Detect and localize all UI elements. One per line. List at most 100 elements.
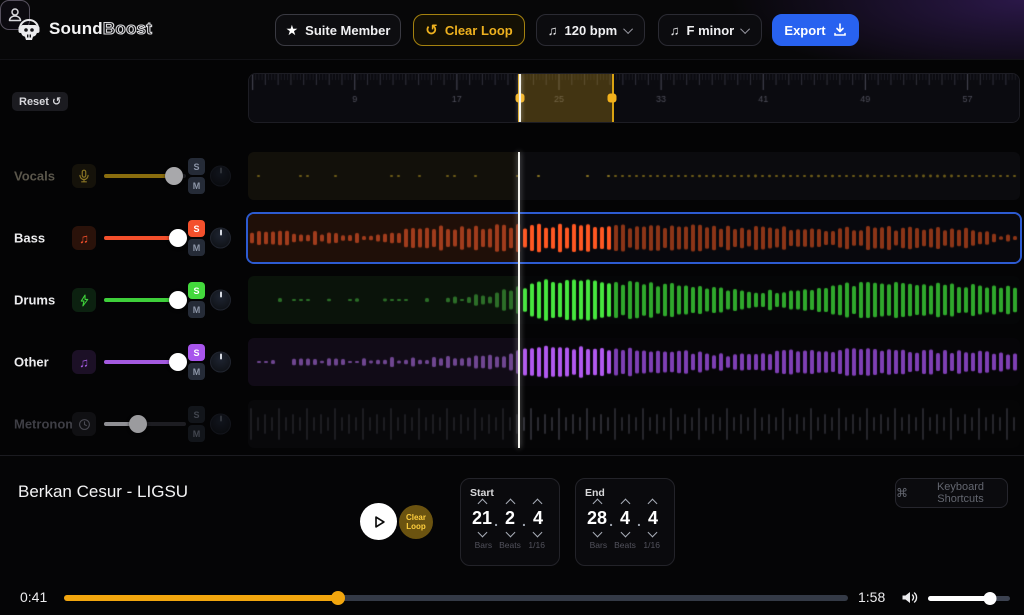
ruler-playhead[interactable] — [519, 74, 521, 122]
start-bars-stepper: 21 — [470, 500, 494, 536]
track-row-vocals: VocalsSM — [0, 152, 1024, 200]
clear-loop-badge-button[interactable]: Clear Loop — [399, 505, 433, 539]
slider-thumb[interactable] — [165, 167, 183, 185]
seek-bar-thumb[interactable] — [331, 591, 345, 605]
speaker-icon[interactable] — [901, 590, 919, 605]
skull-headphones-logo-icon — [16, 16, 42, 42]
waveform-canvas — [248, 154, 1020, 198]
loop-end-handle[interactable] — [607, 94, 616, 103]
app-title: SoundBoost — [49, 19, 152, 39]
increment-icon[interactable] — [505, 499, 515, 509]
separator-dot — [637, 510, 641, 526]
bpm-dropdown[interactable]: ♫ 120 bpm — [536, 14, 645, 46]
song-title: Berkan Cesur - LIGSU — [18, 482, 188, 502]
vocals-solo-button[interactable]: S — [188, 158, 205, 175]
slider-thumb[interactable] — [169, 353, 187, 371]
drums-mute-button[interactable]: M — [188, 301, 205, 318]
music-note-icon: ♫ — [72, 350, 96, 374]
key-dropdown[interactable]: ♫ F minor — [658, 14, 762, 46]
seek-bar-fill — [64, 595, 338, 601]
total-time: 1:58 — [858, 589, 885, 605]
drums-waveform[interactable] — [248, 276, 1020, 324]
drums-volume-slider[interactable] — [104, 291, 186, 309]
decrement-icon[interactable] — [533, 528, 543, 538]
track-row-metronome: MetronomeSM — [0, 400, 1024, 448]
bar-ruler[interactable] — [248, 73, 1020, 123]
separator-dot — [522, 510, 526, 526]
soundboost-app: SoundBoost ★ Suite Member ↺ Clear Loop ♫… — [0, 0, 1024, 615]
drums-bolt-icon — [72, 288, 96, 312]
play-button[interactable] — [360, 503, 397, 540]
vocals-pan-knob[interactable] — [210, 166, 231, 187]
decrement-icon[interactable] — [505, 528, 515, 538]
bass-pan-knob[interactable] — [210, 228, 231, 249]
metronome-mute-button[interactable]: M — [188, 425, 205, 442]
waveform-canvas — [248, 278, 1020, 322]
other-pan-knob[interactable] — [210, 352, 231, 373]
star-icon: ★ — [286, 22, 299, 39]
start-sixteenth-stepper: 4 — [526, 500, 550, 536]
end-beats-stepper: 4 — [613, 500, 637, 536]
bass-solo-button[interactable]: S — [188, 220, 205, 237]
keyboard-shortcuts-button[interactable]: ⌘ Keyboard Shortcuts — [895, 478, 1008, 508]
footer: Berkan Cesur - LIGSU Clear Loop Start 21… — [0, 455, 1024, 615]
metronome-volume-slider[interactable] — [104, 415, 186, 433]
volume-slider[interactable] — [928, 596, 1010, 601]
metronome-solo-button[interactable]: S — [188, 406, 205, 423]
suite-member-button[interactable]: ★ Suite Member — [275, 14, 401, 46]
track-row-bass: Bass♫SM — [0, 214, 1024, 262]
decrement-icon[interactable] — [592, 528, 602, 538]
vocals-volume-slider[interactable] — [104, 167, 186, 185]
other-mute-button[interactable]: M — [188, 363, 205, 380]
chevron-down-icon — [623, 24, 633, 34]
ruler-ticks — [249, 74, 1020, 123]
metronome-pan-knob[interactable] — [210, 414, 231, 435]
clear-loop-button[interactable]: ↺ Clear Loop — [413, 14, 525, 46]
vocals-mute-button[interactable]: M — [188, 177, 205, 194]
waveform-canvas — [248, 402, 1020, 446]
undo-icon: ↺ — [52, 95, 61, 108]
microphone-icon — [72, 164, 96, 188]
drums-solo-button[interactable]: S — [188, 282, 205, 299]
other-waveform[interactable] — [248, 338, 1020, 386]
current-time: 0:41 — [20, 589, 47, 605]
export-button[interactable]: Export — [772, 14, 859, 46]
bass-waveform[interactable] — [248, 214, 1020, 262]
loop-end-panel: End 28 4 4 — [575, 478, 675, 566]
increment-icon[interactable] — [477, 499, 487, 509]
slider-thumb[interactable] — [129, 415, 147, 433]
chevron-down-icon — [740, 24, 750, 34]
slider-thumb[interactable] — [169, 229, 187, 247]
play-icon — [370, 513, 388, 531]
decrement-icon[interactable] — [620, 528, 630, 538]
topbar: SoundBoost ★ Suite Member ↺ Clear Loop ♫… — [0, 0, 1024, 60]
reset-button[interactable]: Reset ↺ — [12, 92, 68, 111]
increment-icon[interactable] — [648, 499, 658, 509]
track-row-drums: Drums SM — [0, 276, 1024, 324]
other-solo-button[interactable]: S — [188, 344, 205, 361]
music-note-icon: ♫ — [548, 23, 558, 38]
slider-thumb[interactable] — [169, 291, 187, 309]
bass-note-icon: ♫ — [72, 226, 96, 250]
increment-icon[interactable] — [620, 499, 630, 509]
music-note-icon: ♫ — [670, 23, 680, 38]
track-label: Drums — [14, 293, 55, 308]
decrement-icon[interactable] — [648, 528, 658, 538]
end-sixteenth-stepper: 4 — [641, 500, 665, 536]
bass-volume-slider[interactable] — [104, 229, 186, 247]
waveform-canvas — [248, 340, 1020, 384]
increment-icon[interactable] — [592, 499, 602, 509]
increment-icon[interactable] — [533, 499, 543, 509]
vocals-waveform[interactable] — [248, 152, 1020, 200]
drums-pan-knob[interactable] — [210, 290, 231, 311]
other-volume-slider[interactable] — [104, 353, 186, 371]
loop-start-panel: Start 21 2 4 — [460, 478, 560, 566]
loop-region[interactable] — [518, 74, 614, 122]
decrement-icon[interactable] — [477, 528, 487, 538]
start-beats-stepper: 2 — [498, 500, 522, 536]
separator-dot — [609, 510, 613, 526]
metronome-waveform[interactable] — [248, 400, 1020, 448]
bass-mute-button[interactable]: M — [188, 239, 205, 256]
seek-bar[interactable] — [64, 595, 848, 601]
volume-thumb[interactable] — [983, 592, 996, 605]
